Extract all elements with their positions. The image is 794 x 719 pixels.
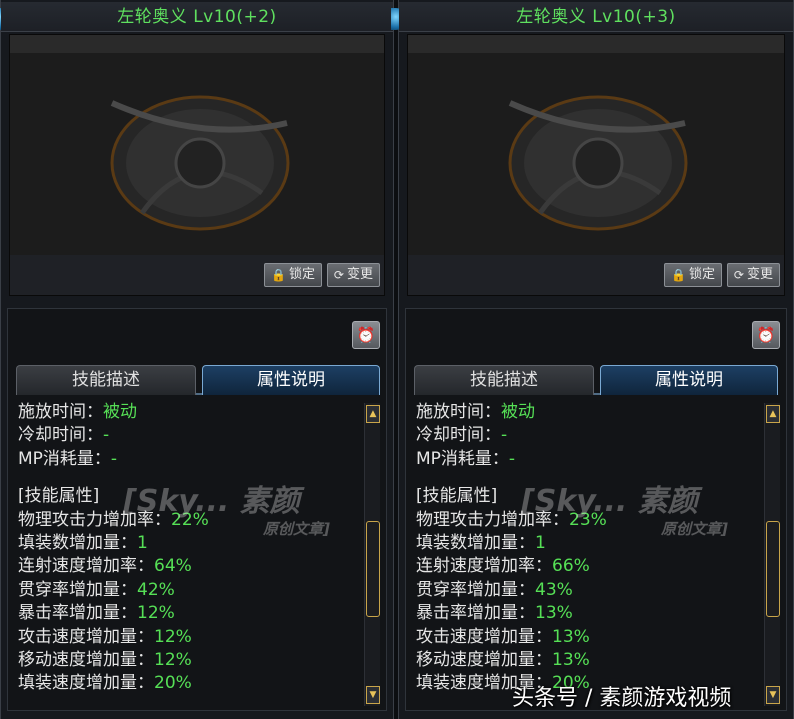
list-item: 攻击速度增加量：13% bbox=[416, 626, 590, 647]
triangle-up-icon[interactable]: ▲ bbox=[366, 405, 380, 423]
list-item: 填装速度增加量：20% bbox=[18, 673, 192, 694]
skill-title: 左轮奥义 Lv10(+2) bbox=[1, 2, 393, 32]
mp-cost-row: MP消耗量：- bbox=[416, 448, 516, 469]
skill-title: 左轮奥义 Lv10(+3) bbox=[399, 2, 793, 32]
list-item: 贯穿率增加量：43% bbox=[416, 579, 573, 600]
cooldown-row: 冷却时间：- bbox=[416, 425, 508, 446]
refresh-icon: ⟳ bbox=[733, 268, 744, 282]
clock-icon[interactable]: ⏰ bbox=[352, 321, 380, 349]
watermark-main: [Sky... 素颜 bbox=[123, 484, 300, 519]
scrollbar[interactable]: ▲ ▼ bbox=[764, 403, 780, 706]
cooldown-row: 冷却时间：- bbox=[18, 425, 110, 446]
triangle-down-icon[interactable]: ▼ bbox=[766, 686, 780, 704]
lock-icon: 🔒 bbox=[671, 268, 686, 282]
footer-watermark: 头条号 / 素颜游戏视频 bbox=[512, 686, 732, 711]
scroll-thumb[interactable] bbox=[766, 521, 780, 617]
change-button[interactable]: ⟳ 变更 bbox=[726, 263, 780, 287]
game-logo-icon bbox=[508, 95, 688, 231]
game-logo-icon bbox=[110, 95, 290, 231]
watermark-sub: 原创文章] bbox=[661, 520, 728, 538]
list-item: 暴击率增加量：13% bbox=[416, 603, 573, 624]
skill-preview: 🔒 锁定 ⟳ 变更 bbox=[407, 34, 785, 296]
watermark-main: [Sky... 素颜 bbox=[521, 484, 698, 519]
watermark-sub: 原创文章] bbox=[263, 520, 330, 538]
tab-attribute-details[interactable]: 属性说明 bbox=[202, 365, 380, 395]
lock-icon: 🔒 bbox=[271, 268, 286, 282]
skill-preview: 🔒 锁定 ⟳ 变更 bbox=[9, 34, 385, 296]
clock-icon[interactable]: ⏰ bbox=[752, 321, 780, 349]
tab-skill-description[interactable]: 技能描述 bbox=[414, 365, 594, 395]
lock-button[interactable]: 🔒 锁定 bbox=[264, 263, 322, 287]
attribute-list: 施放时间：被动 冷却时间：- MP消耗量：- [技能属性] 物理攻击力增加率：2… bbox=[18, 401, 356, 710]
attribute-list: 施放时间：被动 冷却时间：- MP消耗量：- [技能属性] 物理攻击力增加率：2… bbox=[416, 401, 756, 710]
list-item: 连射速度增加率：66% bbox=[416, 556, 590, 577]
list-item: 移动速度增加量：12% bbox=[18, 649, 192, 670]
list-item: 暴击率增加量：12% bbox=[18, 603, 175, 624]
scrollbar[interactable]: ▲ ▼ bbox=[364, 403, 380, 706]
cast-time-row: 施放时间：被动 bbox=[18, 402, 137, 422]
list-item: 移动速度增加量：13% bbox=[416, 649, 590, 670]
tab-bar: 技能描述 属性说明 bbox=[16, 365, 380, 395]
skill-panel-left: 左轮奥义 Lv10(+2) 🔒 锁定 ⟳ 变更 ⏰ 技能描述 属性说明 施放时间… bbox=[0, 0, 394, 719]
list-item: 连射速度增加率：64% bbox=[18, 556, 192, 577]
change-button[interactable]: ⟳ 变更 bbox=[326, 263, 380, 287]
tab-attribute-details[interactable]: 属性说明 bbox=[600, 365, 778, 395]
refresh-icon: ⟳ bbox=[333, 268, 344, 282]
list-item: 贯穿率增加量：42% bbox=[18, 579, 175, 600]
scroll-thumb[interactable] bbox=[366, 521, 380, 617]
triangle-up-icon[interactable]: ▲ bbox=[766, 405, 780, 423]
triangle-down-icon[interactable]: ▼ bbox=[366, 686, 380, 704]
tab-bar: 技能描述 属性说明 bbox=[414, 365, 778, 395]
mp-cost-row: MP消耗量：- bbox=[18, 448, 118, 469]
skill-panel-right: 左轮奥义 Lv10(+3) 🔒 锁定 ⟳ 变更 ⏰ 技能描述 属性说明 施放时间… bbox=[391, 0, 794, 719]
lock-button[interactable]: 🔒 锁定 bbox=[664, 263, 722, 287]
tab-skill-description[interactable]: 技能描述 bbox=[16, 365, 196, 395]
cast-time-row: 施放时间：被动 bbox=[416, 402, 535, 422]
list-item: 攻击速度增加量：12% bbox=[18, 626, 192, 647]
